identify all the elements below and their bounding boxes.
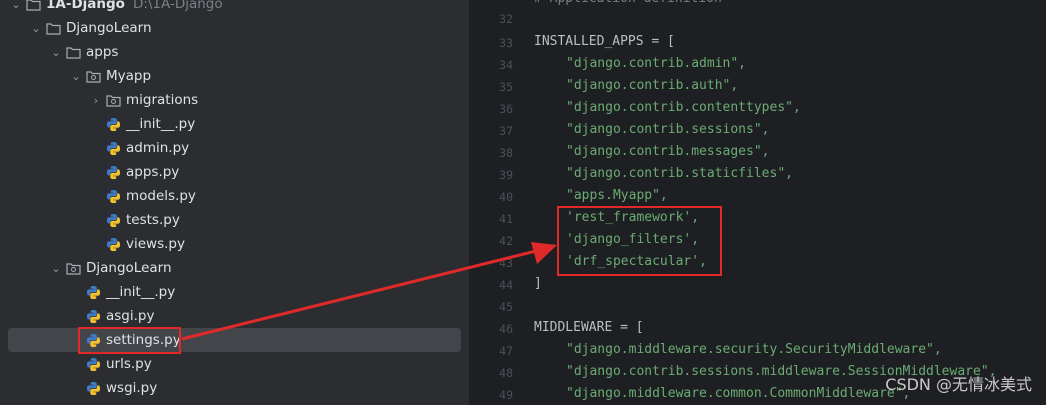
annotation-arrow-icon [181, 242, 557, 341]
watermark: CSDN @无情冰美式 [885, 375, 1032, 394]
